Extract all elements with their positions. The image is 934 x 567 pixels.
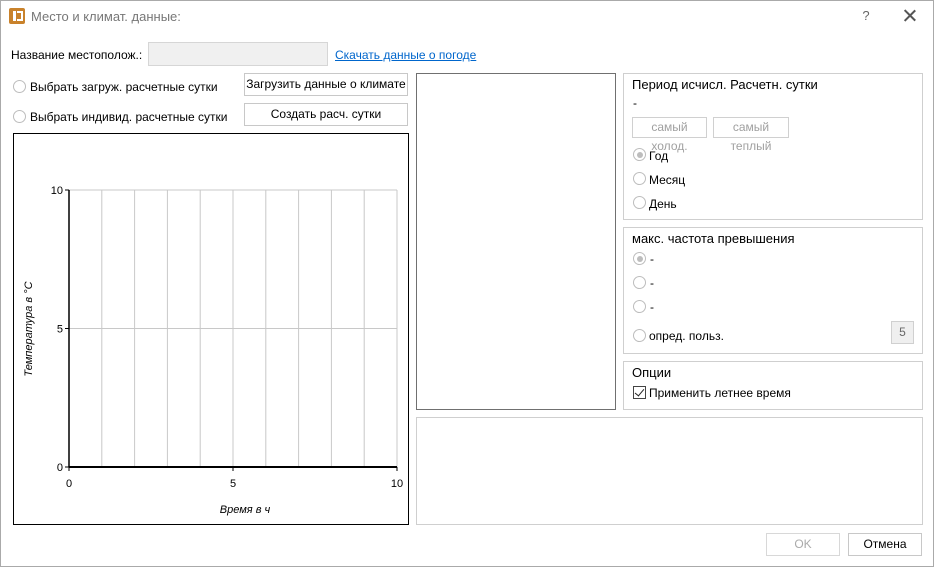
dst-label: Применить летнее время (649, 386, 791, 400)
x-axis-label: Время в ч (220, 504, 271, 516)
location-name-label: Название местополож.: (11, 48, 143, 62)
period-month-label: Месяц (649, 173, 686, 187)
y-tick-label: 10 (51, 185, 63, 197)
radio-frequency-2[interactable] (633, 276, 646, 289)
location-climate-dialog: Место и климат. данные: ? Название место… (0, 0, 934, 567)
y-tick-label: 0 (57, 462, 63, 474)
warmest-day-button[interactable]: самый теплый (713, 117, 789, 153)
period-title: Период исчисл. Расчетн. сутки (632, 77, 818, 92)
title-bar: Место и климат. данные: ? (1, 1, 933, 31)
radio-frequency-custom[interactable] (633, 329, 646, 342)
y-axis-label: Температура в °C (23, 281, 35, 376)
ok-button[interactable]: OK (766, 533, 840, 556)
select-individual-day-label: Выбрать индивид. расчетные сутки (30, 110, 228, 124)
radio-period-month[interactable] (633, 172, 646, 185)
chart-tick-labels: 0 5 10 0 5 10 (51, 185, 403, 490)
period-day-label: День (649, 197, 677, 211)
coldest-day-button[interactable]: самый холод. (632, 117, 707, 153)
options-title: Опции (632, 365, 672, 380)
radio-frequency-3[interactable] (633, 300, 646, 313)
radio-select-individual-day[interactable] (13, 110, 26, 123)
frequency-option-2-label: - (650, 276, 654, 290)
cancel-button[interactable]: Отмена (848, 533, 922, 556)
climate-list-panel[interactable] (416, 73, 616, 410)
window-title: Место и климат. данные: (31, 9, 181, 24)
description-panel (416, 417, 923, 525)
location-name-input[interactable] (148, 42, 328, 66)
help-button[interactable]: ? (857, 6, 875, 26)
close-icon[interactable] (899, 5, 921, 27)
frequency-custom-label: опред. польз. (649, 329, 724, 343)
x-tick-label: 0 (66, 478, 72, 490)
period-value: - (633, 96, 637, 110)
period-year-label: Год (649, 149, 669, 163)
dst-checkbox[interactable] (633, 386, 646, 399)
app-logo-icon (9, 8, 25, 24)
load-climate-data-button[interactable]: Загрузить данные о климате (244, 73, 408, 96)
x-tick-label: 10 (391, 478, 403, 490)
create-calc-day-button[interactable]: Создать расч. сутки (244, 103, 408, 126)
frequency-custom-value-input[interactable]: 5 (891, 321, 914, 344)
radio-period-day[interactable] (633, 196, 646, 209)
select-loaded-day-label: Выбрать загруж. расчетные сутки (30, 80, 218, 94)
frequency-title: макс. частота превышения (632, 231, 795, 246)
chart-grid (68, 189, 398, 468)
frequency-option-1-label: - (650, 252, 654, 266)
x-tick-label: 5 (230, 478, 236, 490)
download-weather-link[interactable]: Скачать данные о погоде (335, 48, 476, 62)
y-tick-label: 5 (57, 324, 63, 336)
temperature-chart: 0 5 10 0 5 10 Время в ч Температура в °C (13, 133, 409, 525)
radio-frequency-1[interactable] (633, 252, 646, 265)
radio-period-year[interactable] (633, 148, 646, 161)
frequency-option-3-label: - (650, 300, 654, 314)
radio-select-loaded-day[interactable] (13, 80, 26, 93)
temperature-chart-svg: 0 5 10 0 5 10 Время в ч Температура в °C (23, 185, 403, 516)
